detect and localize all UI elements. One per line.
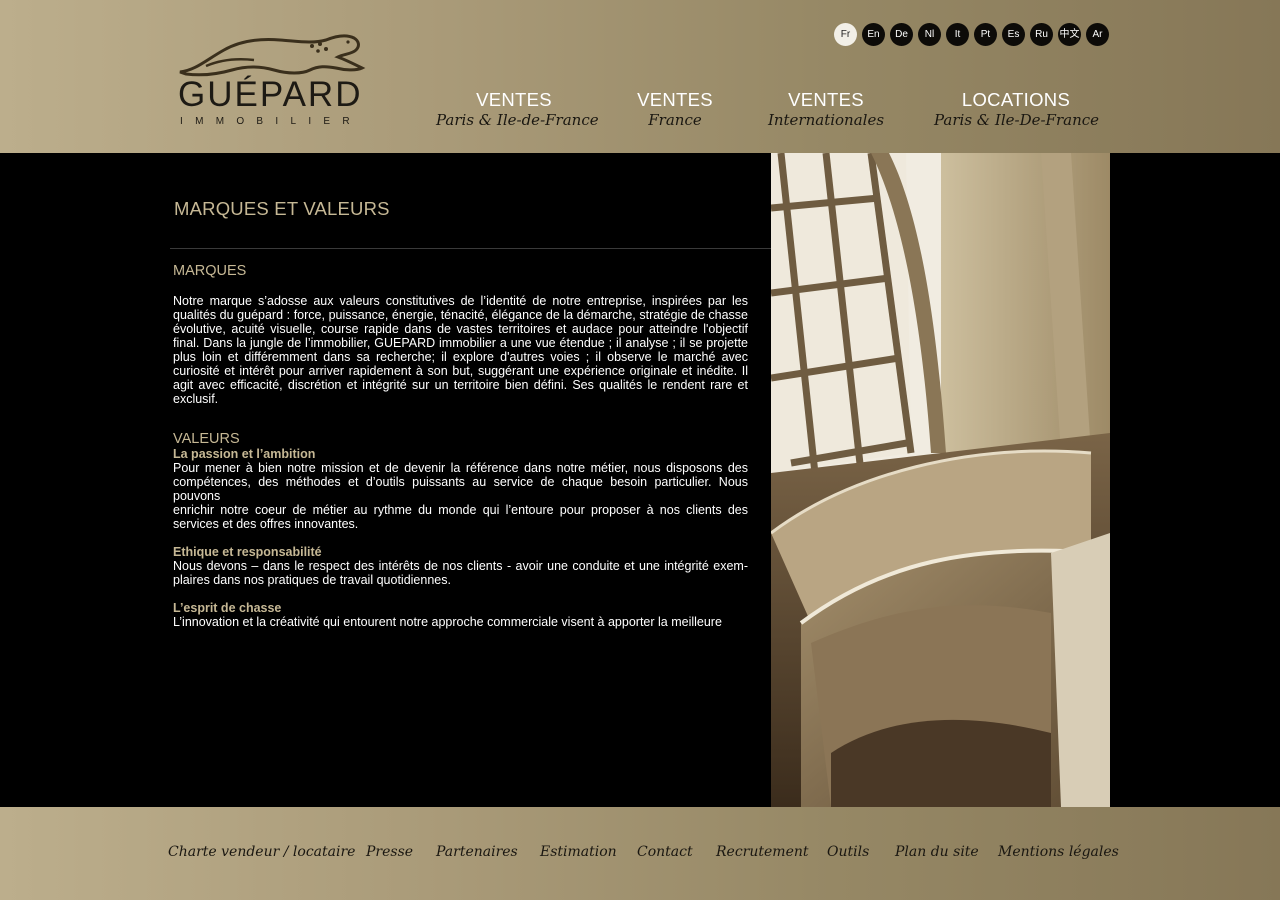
main-content-area: MARQUES ET VALEURS MARQUES Notre marque … — [0, 153, 1280, 807]
valeur-text: enrichir notre coeur de métier au rythme… — [173, 503, 748, 531]
lang-button-ar[interactable]: Ar — [1086, 23, 1109, 46]
footer-link-contact[interactable]: Contact — [637, 844, 693, 860]
nav-sub-label: Internationales — [767, 111, 885, 129]
nav-sub-label: Paris & Ile-De-France — [934, 111, 1100, 129]
lang-button-nl[interactable]: Nl — [918, 23, 941, 46]
footer-link-presse[interactable]: Presse — [366, 844, 413, 860]
nav-locations-paris[interactable]: LOCATIONS Paris & Ile-De-France — [934, 89, 1100, 130]
section-heading-valeurs: VALEURS — [173, 431, 240, 447]
footer-link-outils[interactable]: Outils — [827, 844, 869, 860]
valeur-text: Nous devons – dans le respect des intérê… — [173, 559, 748, 587]
nav-main-label: LOCATIONS — [961, 89, 1071, 110]
footer-link-mentions-legales[interactable]: Mentions légales — [998, 844, 1119, 860]
lang-button-fr[interactable]: Fr — [834, 23, 857, 46]
article: MARQUES ET VALEURS MARQUES Notre marque … — [170, 153, 771, 807]
valeur-title: L’esprit de chasse — [173, 601, 282, 615]
valeur-ethique: Ethique et responsabilité Nous devons – … — [173, 545, 748, 587]
footer-link-estimation[interactable]: Estimation — [540, 844, 617, 860]
valeur-title: Ethique et responsabilité — [173, 545, 322, 559]
valeur-chasse: L’esprit de chasse L’innovation et la cr… — [173, 601, 748, 629]
nav-sub-label: Paris & Ile-de-France — [436, 111, 599, 129]
section-heading-marques: MARQUES — [173, 263, 247, 279]
nav-main-label: VENTES — [637, 89, 713, 110]
footer-link-recrutement[interactable]: Recrutement — [716, 844, 809, 860]
lang-button-de[interactable]: De — [890, 23, 913, 46]
language-selector: Fr En De Nl It Pt Es Ru 中文 Ar — [834, 23, 1109, 46]
nav-ventes-internationales[interactable]: VENTES Internationales — [766, 89, 886, 130]
lang-button-es[interactable]: Es — [1002, 23, 1025, 46]
title-divider — [170, 248, 771, 249]
valeur-text: Pour mener à bien notre mission et de de… — [173, 461, 748, 503]
lang-button-zh[interactable]: 中文 — [1058, 23, 1081, 46]
cheetah-logo-icon: GUÉPARD IMMOBILIER — [178, 34, 366, 127]
footer-link-partenaires[interactable]: Partenaires — [436, 844, 518, 860]
valeur-passion: La passion et l’ambition Pour mener à bi… — [173, 447, 748, 531]
lang-button-en[interactable]: En — [862, 23, 885, 46]
nav-ventes-paris[interactable]: VENTES Paris & Ile-de-France — [436, 89, 599, 130]
nav-sub-label: France — [648, 111, 702, 129]
logo-wordmark: GUÉPARD — [178, 75, 363, 114]
nav-ventes-france[interactable]: VENTES France — [626, 89, 724, 130]
site-header: GUÉPARD IMMOBILIER Fr En De Nl It Pt Es … — [0, 0, 1280, 153]
nav-main-label: VENTES — [476, 89, 552, 110]
valeur-title: La passion et l’ambition — [173, 447, 316, 461]
site-footer: Charte vendeur / locataire Presse Parten… — [0, 807, 1280, 900]
page-title: MARQUES ET VALEURS — [174, 198, 390, 219]
staircase-photo — [771, 153, 1110, 807]
footer-link-charte[interactable]: Charte vendeur / locataire — [168, 844, 355, 860]
staircase-image-icon — [771, 153, 1110, 807]
lang-button-it[interactable]: It — [946, 23, 969, 46]
site-logo[interactable]: GUÉPARD IMMOBILIER — [176, 30, 386, 128]
footer-link-plan-du-site[interactable]: Plan du site — [895, 844, 979, 860]
lang-button-pt[interactable]: Pt — [974, 23, 997, 46]
marques-paragraph: Notre marque s’adosse aux valeurs consti… — [173, 294, 748, 406]
lang-button-ru[interactable]: Ru — [1030, 23, 1053, 46]
logo-subtitle: IMMOBILIER — [180, 116, 362, 127]
nav-main-label: VENTES — [788, 89, 864, 110]
valeur-text: L’innovation et la créativité qui entour… — [173, 615, 722, 629]
